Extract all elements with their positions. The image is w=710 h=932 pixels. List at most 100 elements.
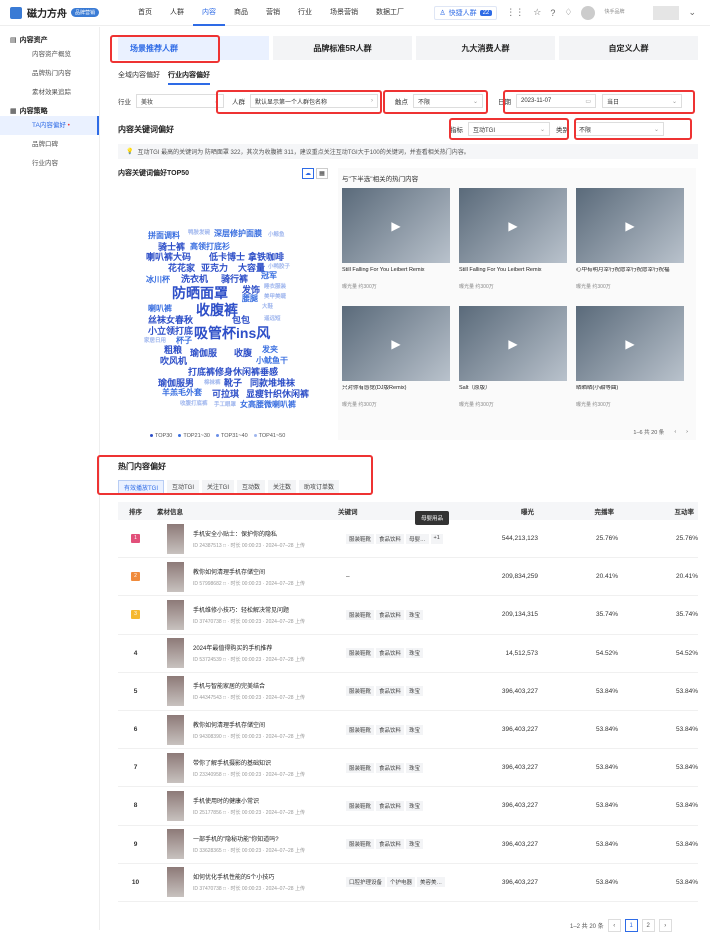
top-nav-item[interactable]: 内容 xyxy=(193,0,226,26)
metric-chip[interactable]: 助攻订单数 xyxy=(299,480,340,495)
keyword-tag[interactable]: 食品饮料 xyxy=(376,724,405,735)
cloud-word[interactable]: 可拉琪 xyxy=(212,387,239,400)
top-nav-item[interactable]: 行业 xyxy=(289,0,321,26)
video-thumbnail[interactable]: ▶ xyxy=(576,306,684,381)
keyword-tag[interactable]: 珠宝 xyxy=(406,762,424,773)
table-row[interactable]: 3 手机维修小技巧：轻松解决常见问题 ID 37470738 □ · 时长 00:0… xyxy=(118,596,698,635)
cloud-word[interactable]: 收腹打底裤 xyxy=(180,399,208,407)
keyword-tag[interactable]: 服装鞋靴 xyxy=(346,762,375,773)
material-title[interactable]: 2024年最值得购买的手机推荐 xyxy=(193,643,305,652)
video-thumbnail[interactable]: ▶ xyxy=(342,188,450,263)
industry-select[interactable]: 美妆 ⌄ xyxy=(136,94,224,108)
keyword-tag[interactable]: 个护电器 xyxy=(387,877,416,888)
material-title[interactable]: 手机维修小技巧：轻松解决常见问题 xyxy=(193,605,305,614)
page-number-button[interactable]: 1 xyxy=(624,919,638,932)
cloud-word[interactable]: 吹风机 xyxy=(160,354,187,367)
table-row[interactable]: 10 如何优化手机性能的5个小技巧 ID 37470738 □ · 时长 00:00… xyxy=(118,864,698,902)
metric-chip[interactable]: 互动数 xyxy=(237,480,266,495)
cloud-word[interactable]: 瑜伽服 xyxy=(190,346,217,359)
keyword-tag[interactable]: 珠宝 xyxy=(406,609,424,620)
cloud-word[interactable]: 冰川杯 xyxy=(146,274,170,285)
cloud-word[interactable]: 美甲美睫 xyxy=(264,292,286,300)
crowd-tab[interactable]: 品牌标准5R人群 xyxy=(273,36,412,60)
top-nav-item[interactable]: 人群 xyxy=(161,0,193,26)
sidebar-item[interactable]: 品牌口碑 xyxy=(0,135,99,154)
material-thumbnail[interactable] xyxy=(167,752,184,783)
metric-chip[interactable]: 关注TGI xyxy=(202,480,234,495)
material-thumbnail[interactable] xyxy=(167,599,184,630)
keyword-tag[interactable]: 珠宝 xyxy=(406,648,424,659)
keyword-tag[interactable]: 食品饮料 xyxy=(376,839,405,850)
crowd-tab[interactable]: 场景推荐人群 xyxy=(118,36,269,60)
keyword-tag[interactable]: 珠宝 xyxy=(406,839,424,850)
keyword-tag[interactable]: 食品饮料 xyxy=(376,533,405,544)
keyword-tag[interactable]: 口腔护理设备 xyxy=(346,877,386,888)
grid-icon[interactable]: ⋮⋮ xyxy=(506,7,524,18)
metric-chip[interactable]: 有效播放TGI xyxy=(118,480,164,495)
cloud-word[interactable]: 羊羔毛外套 xyxy=(162,387,202,398)
material-title[interactable]: 教你如何清理手机存储空间 xyxy=(193,567,305,576)
video-card[interactable]: ▶ 心中有明月幸行祝愿幸行祝愿幸行祝福 曝光量 约300万 xyxy=(576,188,684,290)
cloud-word[interactable]: 小鸭胶子 xyxy=(268,262,290,270)
cloud-word[interactable]: 棉袜裤 xyxy=(204,378,221,386)
cloud-word[interactable]: 女高腰微喇叭裤 xyxy=(240,399,296,410)
category-select[interactable]: 不限 ⌄ xyxy=(574,122,664,136)
table-row[interactable]: 4 2024年最值得购买的手机推荐 ID 53724539 □ · 时长 00:00… xyxy=(118,635,698,673)
video-card[interactable]: ▶ Still Falling For You Leibert Remix 曝光量 … xyxy=(342,188,450,290)
keyword-tag[interactable]: +1 xyxy=(430,533,443,544)
material-thumbnail[interactable] xyxy=(167,523,184,554)
sidebar-item[interactable]: 行业内容 xyxy=(0,154,99,173)
cloud-word[interactable]: 深层修护面膜 xyxy=(214,228,262,239)
material-thumbnail[interactable] xyxy=(167,638,184,669)
keyword-tag[interactable]: 食品饮料 xyxy=(376,686,405,697)
touch-select[interactable]: 不限 ⌄ xyxy=(413,94,483,108)
video-card[interactable]: ▶ Salt（原版） 曝光量 约300万 xyxy=(459,306,567,408)
table-row[interactable]: 9 一部手机的"隐秘功能"你知道吗? ID 33628365 □ · 时长 00:0… xyxy=(118,826,698,864)
keyword-tag[interactable]: 珠宝 xyxy=(406,800,424,811)
keyword-tag[interactable]: 珠宝 xyxy=(406,724,424,735)
top-nav-item[interactable]: 场景营销 xyxy=(321,0,367,26)
material-thumbnail[interactable] xyxy=(167,561,184,592)
video-thumbnail[interactable]: ▶ xyxy=(342,306,450,381)
cloud-word[interactable]: 遥远短 xyxy=(264,314,281,322)
cloud-word[interactable]: 冠军 xyxy=(261,270,277,281)
cloud-word[interactable]: 大鞋 xyxy=(262,302,273,310)
chevron-down-icon[interactable]: ⌄ xyxy=(688,7,696,18)
table-header-cell[interactable]: 完播率 xyxy=(538,506,618,516)
cloud-word[interactable]: 手工眼罩 xyxy=(214,400,236,408)
page-number-button[interactable]: 2 xyxy=(641,919,655,932)
video-card[interactable]: ▶ 晒晒晒(小甜等曲) 曝光量 约300万 xyxy=(576,306,684,408)
video-thumbnail[interactable]: ▶ xyxy=(576,188,684,263)
material-title[interactable]: 如何优化手机性能的5个小技巧 xyxy=(193,872,305,881)
keyword-tag[interactable]: 服装鞋靴 xyxy=(346,648,375,659)
material-title[interactable]: 教你如何清理手机存储空间 xyxy=(193,720,305,729)
table-view-icon[interactable]: ▦ xyxy=(316,168,328,179)
keyword-tag[interactable]: 母婴… xyxy=(406,533,429,544)
table-row[interactable]: 1 手机安全小贴士：保护你的隐私 ID 24387513 □ · 时长 00:00:… xyxy=(118,520,698,559)
keyword-tag[interactable]: 服装鞋靴 xyxy=(346,609,375,620)
material-title[interactable]: 手机使用时的健康小常识 xyxy=(193,796,305,805)
sub-tab[interactable]: 行业内容偏好 xyxy=(168,70,210,85)
sidebar-item[interactable]: 品牌热门内容 xyxy=(0,64,99,83)
top-nav-item[interactable]: 商品 xyxy=(225,0,257,26)
material-thumbnail[interactable] xyxy=(167,829,184,860)
material-thumbnail[interactable] xyxy=(167,714,184,745)
cloud-word[interactable]: 吸管杯ins风 xyxy=(194,323,270,343)
date-picker[interactable]: 2023-11-07 ▭ xyxy=(516,94,596,108)
help-icon[interactable]: ? xyxy=(550,8,555,18)
metric-chip[interactable]: 关注数 xyxy=(268,480,297,495)
material-title[interactable]: 手机与智能家居的完美结合 xyxy=(193,681,305,690)
keyword-tag[interactable]: 食品饮料 xyxy=(376,800,405,811)
material-thumbnail[interactable] xyxy=(167,867,184,898)
metric-chip[interactable]: 互动TGI xyxy=(167,480,199,495)
keyword-tag[interactable]: 服装鞋靴 xyxy=(346,839,375,850)
cloud-view-icon[interactable]: ☁ xyxy=(302,168,314,179)
material-title[interactable]: 带你了解手机摄影的基础知识 xyxy=(193,758,305,767)
video-card[interactable]: ▶ 只对你有感觉(DJ版Remix) 曝光量 约300万 xyxy=(342,306,450,408)
cloud-word[interactable]: 发夹 xyxy=(262,344,278,355)
cloud-word[interactable]: 鸭肢发碗 xyxy=(188,228,210,236)
metric-select[interactable]: 互动TGI ⌄ xyxy=(468,122,550,136)
sub-tab[interactable]: 全域内容偏好 xyxy=(118,70,160,85)
cloud-word[interactable]: 家居日用 xyxy=(144,336,166,344)
material-title[interactable]: 一部手机的"隐秘功能"你知道吗? xyxy=(193,834,305,843)
